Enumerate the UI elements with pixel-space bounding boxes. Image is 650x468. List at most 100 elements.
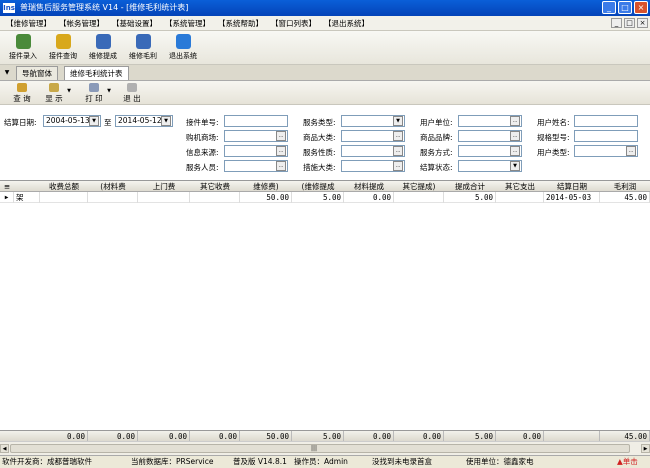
settle-status-dropdown-icon[interactable]: ▼ bbox=[510, 161, 520, 171]
maximize-button[interactable]: □ bbox=[618, 1, 632, 14]
measure-category-input[interactable]: ... bbox=[341, 160, 405, 172]
menu-item-system[interactable]: 【系统管理】 bbox=[161, 16, 214, 30]
menu-item-accounts[interactable]: 【帐务管理】 bbox=[55, 16, 108, 30]
close-button[interactable]: × bbox=[634, 1, 648, 14]
service-type-dropdown-icon[interactable]: ▼ bbox=[393, 116, 403, 126]
cell-other-charge[interactable] bbox=[190, 192, 240, 203]
col-header-other-commission[interactable]: 其它提成) bbox=[394, 181, 444, 192]
user-name-label: 用户姓名: bbox=[537, 118, 570, 127]
date-from-value: 2004-05-13 bbox=[46, 116, 90, 125]
product-brand-lookup-icon[interactable]: ... bbox=[510, 131, 520, 141]
ticket-no-input[interactable] bbox=[224, 115, 288, 127]
service-type-select[interactable]: ▼ bbox=[341, 115, 405, 127]
cell-visit-fee[interactable] bbox=[138, 192, 190, 203]
info-source-input[interactable]: ... bbox=[224, 145, 288, 157]
display-button[interactable]: 显 示 ▼ bbox=[40, 81, 71, 104]
service-method-lookup-icon[interactable]: ... bbox=[510, 146, 520, 156]
menu-item-help[interactable]: 【系统帮助】 bbox=[214, 16, 267, 30]
print-button[interactable]: 打 印 ▼ bbox=[80, 81, 111, 104]
service-method-input[interactable]: ... bbox=[458, 145, 522, 157]
col-header-commission-total[interactable]: 提成合计 bbox=[444, 181, 496, 192]
tab-navigation[interactable]: 导航窗体 bbox=[16, 66, 58, 80]
scroll-thumb[interactable]: ||| bbox=[10, 444, 630, 453]
cell-row-head[interactable]: 架 bbox=[14, 192, 40, 203]
user-unit-lookup-icon[interactable]: ... bbox=[510, 116, 520, 126]
model-spec-input[interactable] bbox=[574, 130, 638, 142]
mdi-maximize-button[interactable]: □ bbox=[624, 18, 635, 28]
date-from-dropdown-icon[interactable]: ▼ bbox=[89, 116, 99, 126]
cell-other-commission[interactable] bbox=[394, 192, 444, 203]
cell-material-fee[interactable] bbox=[88, 192, 138, 203]
repair-profit-button[interactable]: 维修毛利 bbox=[126, 31, 160, 64]
profit-grid[interactable]: ≡ 收费总额 (材料费 上门费 其它收费 维修费) (维修提成 材料提成 其它提… bbox=[0, 180, 650, 430]
col-header-repair-fee[interactable]: 维修费) bbox=[240, 181, 292, 192]
menu-bar: 【维修管理】 【帐务管理】 【基础设置】 【系统管理】 【系统帮助】 【窗口列表… bbox=[0, 16, 650, 31]
grid-icon bbox=[95, 34, 111, 49]
main-toolbar: 接件录入 接件查询 维修提成 维修毛利 退出系统 bbox=[0, 31, 650, 65]
cell-total-charge[interactable] bbox=[40, 192, 88, 203]
intake-query-button[interactable]: 接件查询 bbox=[46, 31, 80, 64]
user-type-input[interactable]: ... bbox=[574, 145, 638, 157]
product-category-label: 商品大类: bbox=[303, 133, 336, 142]
col-header-other-charge[interactable]: 其它收费 bbox=[190, 181, 240, 192]
product-category-input[interactable]: ... bbox=[341, 130, 405, 142]
menu-item-maintenance[interactable]: 【维修管理】 bbox=[2, 16, 55, 30]
user-name-input[interactable] bbox=[574, 115, 638, 127]
mdi-close-button[interactable]: × bbox=[637, 18, 648, 28]
product-category-lookup-icon[interactable]: ... bbox=[393, 131, 403, 141]
cell-settle-date[interactable]: 2014-05-03 bbox=[544, 192, 600, 203]
print-dropdown-icon[interactable]: ▼ bbox=[107, 88, 111, 94]
intake-entry-button[interactable]: 接件录入 bbox=[6, 31, 40, 64]
menu-item-exit[interactable]: 【退出系统】 bbox=[320, 16, 373, 30]
scroll-right-icon[interactable]: ▶ bbox=[641, 444, 650, 453]
cell-material-commission[interactable]: 0.00 bbox=[344, 192, 394, 203]
repair-commission-button[interactable]: 维修提成 bbox=[86, 31, 120, 64]
col-header-total-charge[interactable]: 收费总额 bbox=[40, 181, 88, 192]
cell-gross-profit[interactable]: 45.00 bbox=[600, 192, 650, 203]
date-to-field[interactable]: 2014-05-12 ▼ bbox=[115, 115, 173, 127]
service-nature-lookup-icon[interactable]: ... bbox=[393, 146, 403, 156]
date-to-dropdown-icon[interactable]: ▼ bbox=[161, 116, 171, 126]
col-header-material-commission[interactable]: 材料提成 bbox=[344, 181, 394, 192]
service-staff-input[interactable]: ... bbox=[224, 160, 288, 172]
menu-item-base-settings[interactable]: 【基础设置】 bbox=[108, 16, 161, 30]
col-header-material-fee[interactable]: (材料费 bbox=[88, 181, 138, 192]
cell-repair-commission[interactable]: 5.00 bbox=[292, 192, 344, 203]
service-staff-lookup-icon[interactable]: ... bbox=[276, 161, 286, 171]
minimize-button[interactable]: _ bbox=[602, 1, 616, 14]
display-dropdown-icon[interactable]: ▼ bbox=[67, 88, 71, 94]
table-row[interactable]: ▶ 架 50.00 5.00 0.00 5.00 2014-05-03 45.0… bbox=[0, 192, 650, 203]
col-header-visit-fee[interactable]: 上门费 bbox=[138, 181, 190, 192]
info-source-label: 信息来源: bbox=[186, 148, 219, 157]
exit-button[interactable]: 退 出 bbox=[118, 81, 146, 104]
info-source-lookup-icon[interactable]: ... bbox=[276, 146, 286, 156]
service-nature-input[interactable]: ... bbox=[341, 145, 405, 157]
col-header-other-expense[interactable]: 其它支出 bbox=[496, 181, 544, 192]
user-unit-input[interactable]: ... bbox=[458, 115, 522, 127]
tab-repair-profit[interactable]: 维修毛利统计表 bbox=[64, 66, 129, 80]
status-alert[interactable]: ▲单击 bbox=[617, 456, 638, 468]
col-header-settle-date[interactable]: 结算日期 bbox=[544, 181, 600, 192]
status-version: 普及版 V14.8.1 bbox=[233, 457, 287, 466]
scroll-left-icon[interactable]: ◀ bbox=[0, 444, 9, 453]
mdi-minimize-button[interactable]: _ bbox=[611, 18, 622, 28]
exit-system-button[interactable]: 退出系统 bbox=[166, 31, 200, 64]
horizontal-scrollbar[interactable]: ◀ ||| ▶ bbox=[0, 441, 650, 455]
cell-other-expense[interactable] bbox=[496, 192, 544, 203]
row-indicator-icon: ▶ bbox=[0, 192, 14, 203]
cell-repair-fee[interactable]: 50.00 bbox=[240, 192, 292, 203]
col-header-gross-profit[interactable]: 毛利润 bbox=[600, 181, 650, 192]
product-brand-input[interactable]: ... bbox=[458, 130, 522, 142]
model-spec-label: 规格型号: bbox=[537, 133, 570, 142]
settle-status-select[interactable]: ▼ bbox=[458, 160, 522, 172]
cell-commission-total[interactable]: 5.00 bbox=[444, 192, 496, 203]
col-header-repair-commission[interactable]: (维修提成 bbox=[292, 181, 344, 192]
purchase-mall-lookup-icon[interactable]: ... bbox=[276, 131, 286, 141]
user-type-lookup-icon[interactable]: ... bbox=[626, 146, 636, 156]
tab-dropdown-icon[interactable]: ▼ bbox=[2, 67, 12, 78]
date-from-field[interactable]: 2004-05-13 ▼ bbox=[43, 115, 101, 127]
query-button[interactable]: 查 询 bbox=[8, 81, 36, 104]
measure-category-lookup-icon[interactable]: ... bbox=[393, 161, 403, 171]
purchase-mall-input[interactable]: ... bbox=[224, 130, 288, 142]
menu-item-windows[interactable]: 【窗口列表】 bbox=[267, 16, 320, 30]
